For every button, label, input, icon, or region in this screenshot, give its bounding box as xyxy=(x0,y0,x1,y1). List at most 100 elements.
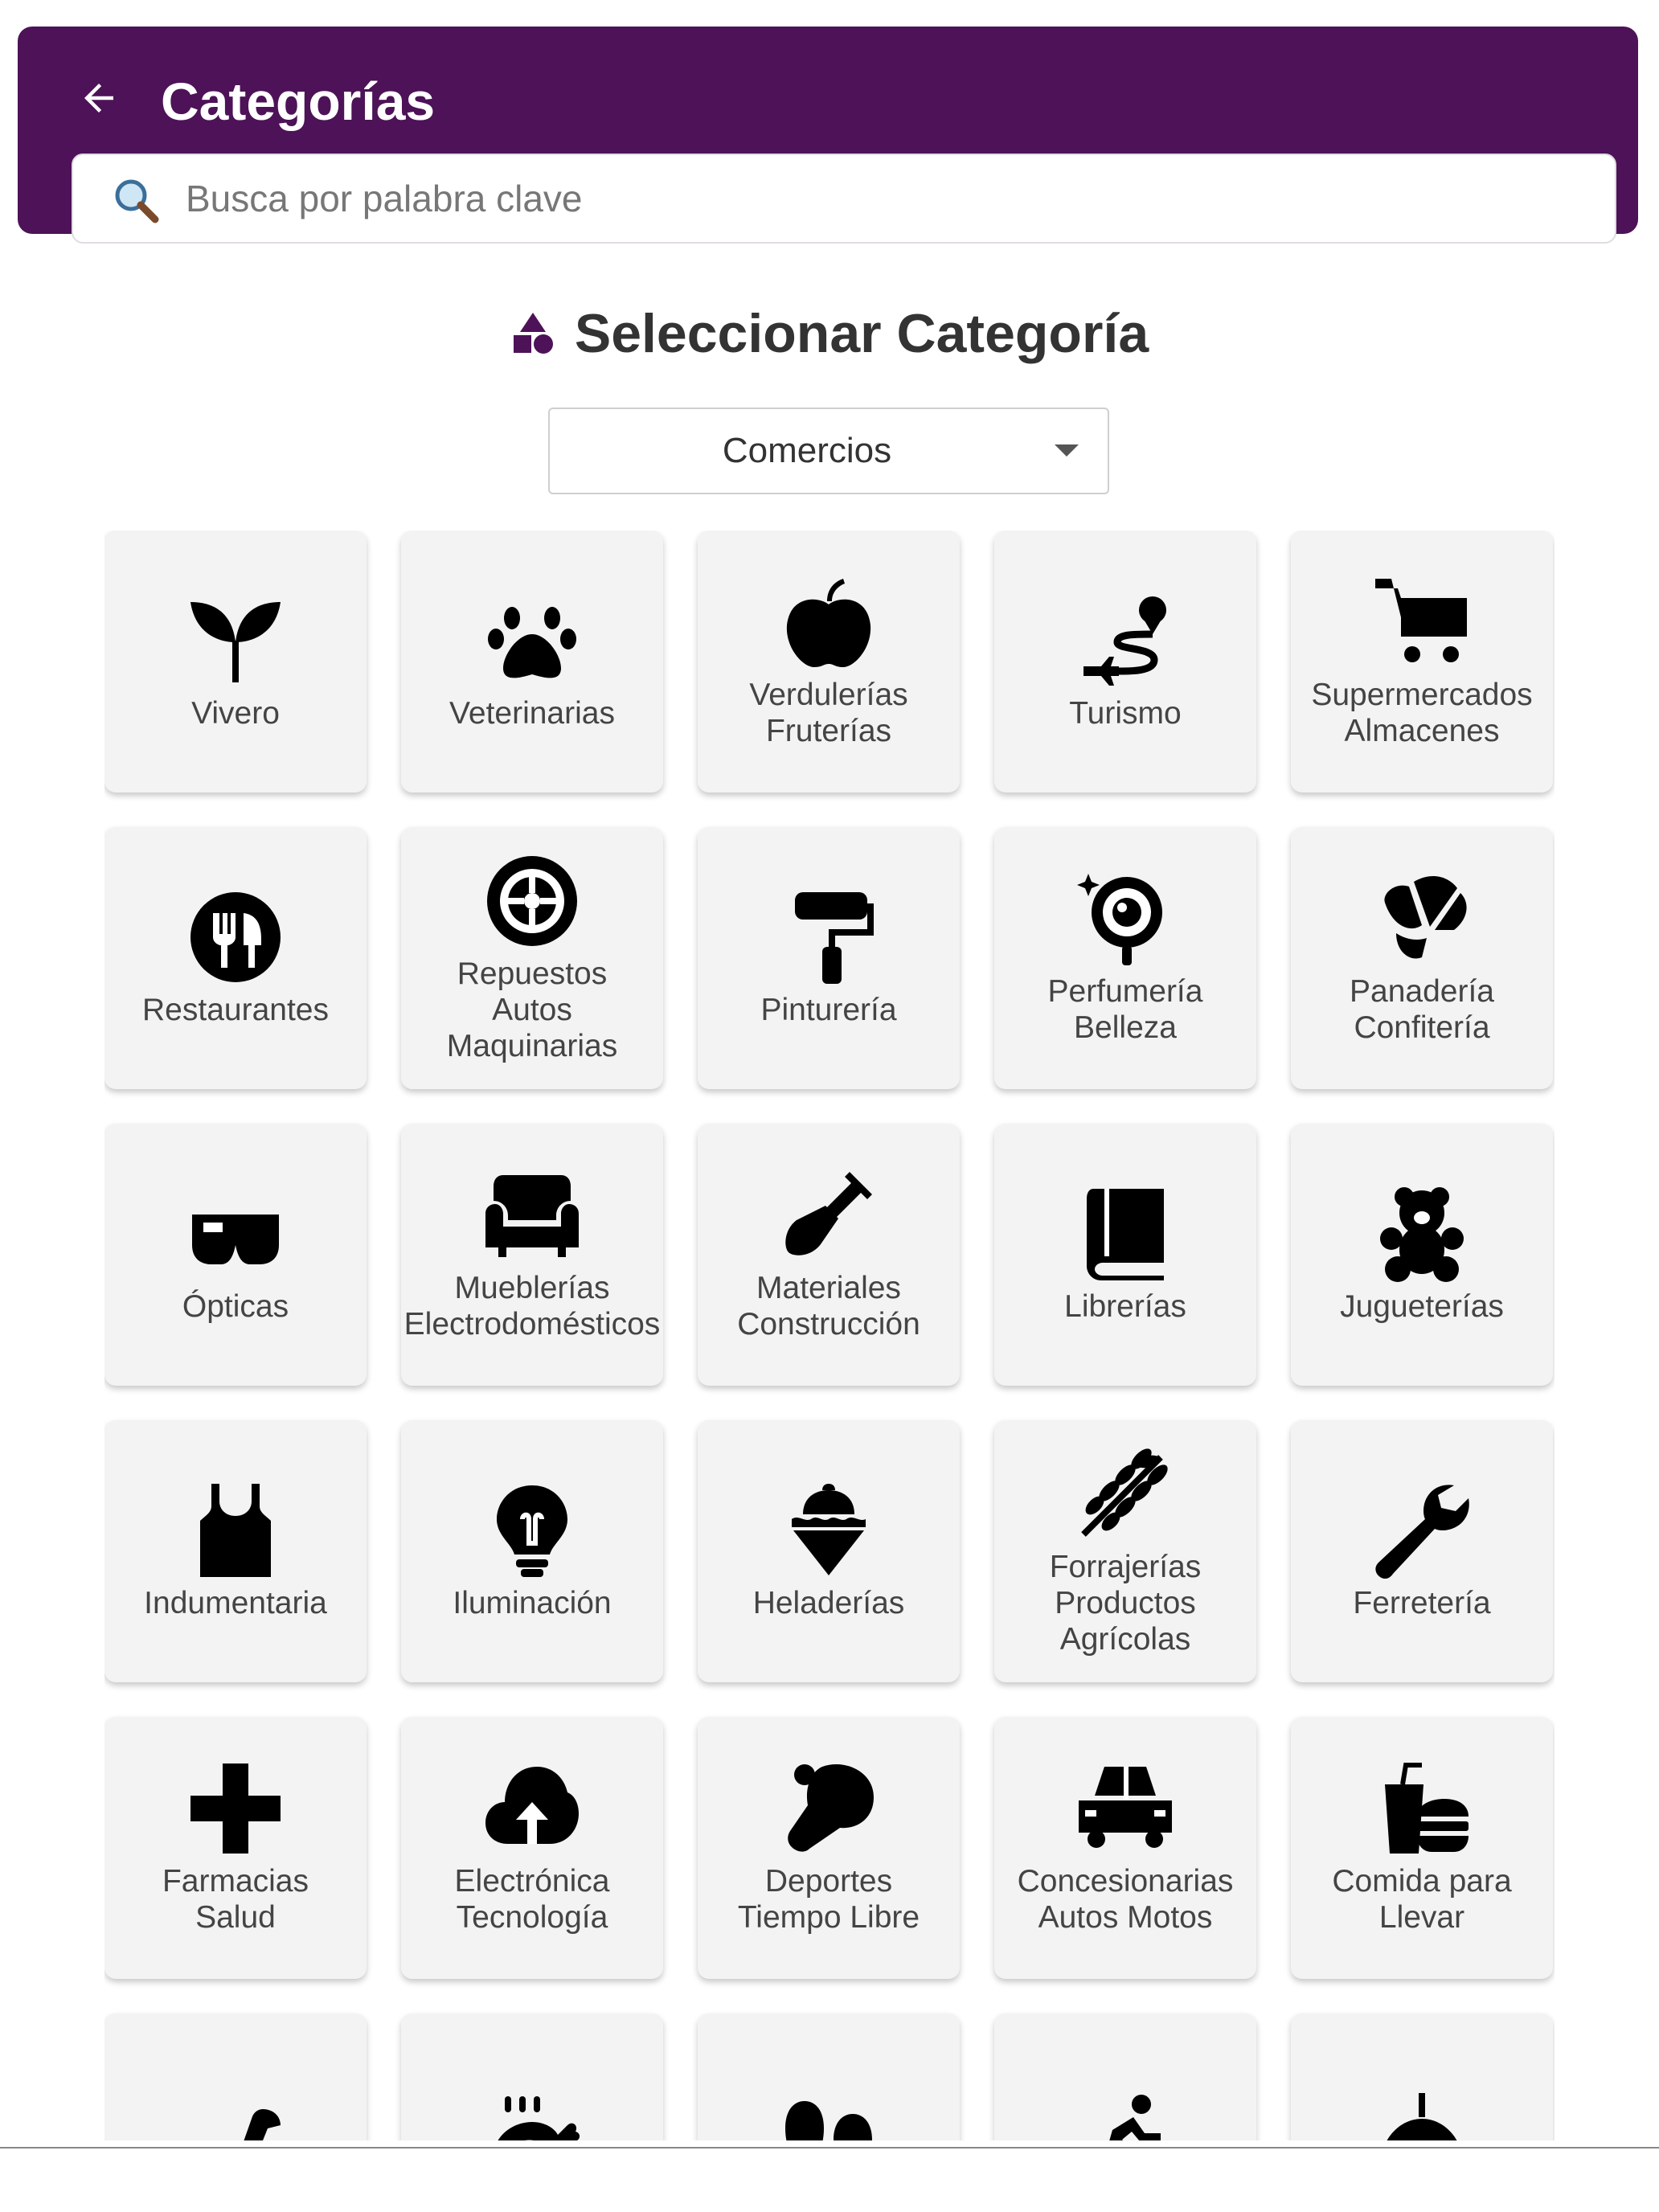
wheat-icon xyxy=(1077,1446,1174,1542)
ping-pong-icon xyxy=(780,1760,877,1857)
glasses-icon xyxy=(187,1186,284,1282)
category-label: Ópticas xyxy=(182,1288,289,1324)
app-header: Categorías xyxy=(18,27,1638,244)
car-icon xyxy=(1077,1760,1174,1857)
drumstick-icon xyxy=(484,2093,580,2140)
route-plane-icon xyxy=(1077,592,1174,689)
category-label: Librerías xyxy=(1064,1288,1186,1324)
category-label: Deportes Tiempo Libre xyxy=(737,1864,920,1935)
section-heading: Seleccionar Categoría xyxy=(0,302,1659,365)
lightbulb-icon xyxy=(484,1482,580,1579)
category-label: Turismo xyxy=(1069,695,1182,731)
category-label: Concesionarias Autos Motos xyxy=(1017,1864,1234,1935)
category-select-value: Comercios xyxy=(722,431,892,470)
category-label: Farmacias Salud xyxy=(162,1864,309,1935)
category-label: Heladerías xyxy=(752,1585,905,1620)
chevron-down-icon xyxy=(1055,444,1079,457)
shapes-icon xyxy=(513,313,553,354)
category-card[interactable]: Deportes Tiempo Libre xyxy=(698,1717,960,1979)
category-card[interactable]: Heladerías xyxy=(698,1420,960,1682)
category-card[interactable]: Comida para Llevar xyxy=(1291,1717,1553,1979)
cyclist-icon xyxy=(1077,2093,1174,2140)
category-label: Mueblerías Electrodomésticos xyxy=(403,1271,661,1342)
paw-icon xyxy=(484,592,580,689)
wrench-icon xyxy=(1374,1482,1470,1579)
category-label: Ferretería xyxy=(1353,1585,1491,1620)
utensils-icon xyxy=(187,889,284,985)
category-label: Vivero xyxy=(191,695,280,731)
category-card[interactable]: Repuestos Autos Maquinarias xyxy=(401,827,663,1089)
category-card[interactable]: Ópticas xyxy=(104,1124,367,1386)
cloud-upload-icon xyxy=(484,1760,580,1857)
category-card[interactable]: Verdulerías Fruterías xyxy=(698,530,960,793)
category-label: Restaurantes xyxy=(142,992,329,1027)
category-card[interactable] xyxy=(994,2013,1256,2140)
category-label: Forrajerías Productos Agrícolas xyxy=(1049,1549,1202,1657)
category-card[interactable] xyxy=(401,2013,663,2140)
seedling-icon xyxy=(187,592,284,689)
category-label: Iluminación xyxy=(453,1585,612,1620)
mirror-icon xyxy=(1077,870,1174,967)
ceiling-lamp-icon xyxy=(1374,2093,1470,2140)
category-card[interactable]: Turismo xyxy=(994,530,1256,793)
category-label: Perfumería Belleza xyxy=(1047,974,1203,1045)
teddy-bear-icon xyxy=(1374,1186,1470,1282)
category-label: Electrónica Tecnología xyxy=(454,1864,610,1935)
category-card[interactable]: Ferretería xyxy=(1291,1420,1553,1682)
category-select[interactable]: Comercios xyxy=(548,408,1109,494)
category-card[interactable]: Pinturería xyxy=(698,827,960,1089)
category-card[interactable]: Veterinarias xyxy=(401,530,663,793)
category-card[interactable] xyxy=(1291,2013,1553,2140)
category-card[interactable]: Supermercados Almacenes xyxy=(1291,530,1553,793)
shoe-prints-icon xyxy=(780,2093,877,2140)
category-label: Supermercados Almacenes xyxy=(1311,678,1533,748)
category-card[interactable]: Vivero xyxy=(104,530,367,793)
dinosaur-icon xyxy=(187,2093,284,2140)
category-card[interactable]: Perfumería Belleza xyxy=(994,827,1256,1089)
ice-cream-icon xyxy=(780,1482,877,1579)
arrow-left-icon xyxy=(84,84,113,113)
burger-soda-icon xyxy=(1374,1760,1470,1857)
category-card[interactable]: Librerías xyxy=(994,1124,1256,1386)
paint-roller-icon xyxy=(780,889,877,985)
category-card[interactable]: Panadería Confitería xyxy=(1291,827,1553,1089)
divider xyxy=(0,2147,1659,2149)
category-card[interactable]: Farmacias Salud xyxy=(104,1717,367,1979)
plus-icon xyxy=(187,1760,284,1857)
category-card[interactable] xyxy=(698,2013,960,2140)
category-label: Comida para Llevar xyxy=(1332,1864,1512,1935)
category-label: Veterinarias xyxy=(449,695,615,731)
couch-icon xyxy=(484,1167,580,1264)
category-label: Indumentaria xyxy=(144,1585,327,1620)
category-card[interactable]: Materiales Construcción xyxy=(698,1124,960,1386)
page-title: Categorías xyxy=(161,72,436,131)
tire-icon xyxy=(484,853,580,949)
category-card[interactable]: Iluminación xyxy=(401,1420,663,1682)
category-label: Repuestos Autos Maquinarias xyxy=(446,956,618,1063)
category-label: Materiales Construcción xyxy=(737,1271,920,1342)
category-card[interactable]: Jugueterías xyxy=(1291,1124,1553,1386)
category-card[interactable]: Mueblerías Electrodomésticos xyxy=(401,1124,663,1386)
category-card[interactable]: Concesionarias Autos Motos xyxy=(994,1717,1256,1979)
search-icon xyxy=(115,179,159,223)
back-button[interactable] xyxy=(72,72,125,125)
shovel-icon xyxy=(780,1167,877,1264)
croissant-icon xyxy=(1374,870,1470,967)
book-icon xyxy=(1077,1186,1174,1282)
category-card[interactable]: Forrajerías Productos Agrícolas xyxy=(994,1420,1256,1682)
category-card[interactable]: Indumentaria xyxy=(104,1420,367,1682)
category-label: Jugueterías xyxy=(1340,1288,1504,1324)
category-label: Panadería Confitería xyxy=(1350,974,1494,1045)
category-label: Pinturería xyxy=(760,992,897,1027)
category-card[interactable] xyxy=(104,2013,367,2140)
cart-icon xyxy=(1374,574,1470,670)
category-grid: Vivero Veterinarias Verdulerías Fruterías T… xyxy=(104,530,1555,2140)
category-label: Verdulerías Fruterías xyxy=(749,678,908,748)
category-card[interactable]: Electrónica Tecnología xyxy=(401,1717,663,1979)
search-input[interactable] xyxy=(186,155,1552,242)
section-title: Seleccionar Categoría xyxy=(574,303,1149,364)
shirt-icon xyxy=(187,1482,284,1579)
search-box[interactable] xyxy=(72,154,1616,244)
category-card[interactable]: Restaurantes xyxy=(104,827,367,1089)
apple-icon xyxy=(780,574,877,670)
